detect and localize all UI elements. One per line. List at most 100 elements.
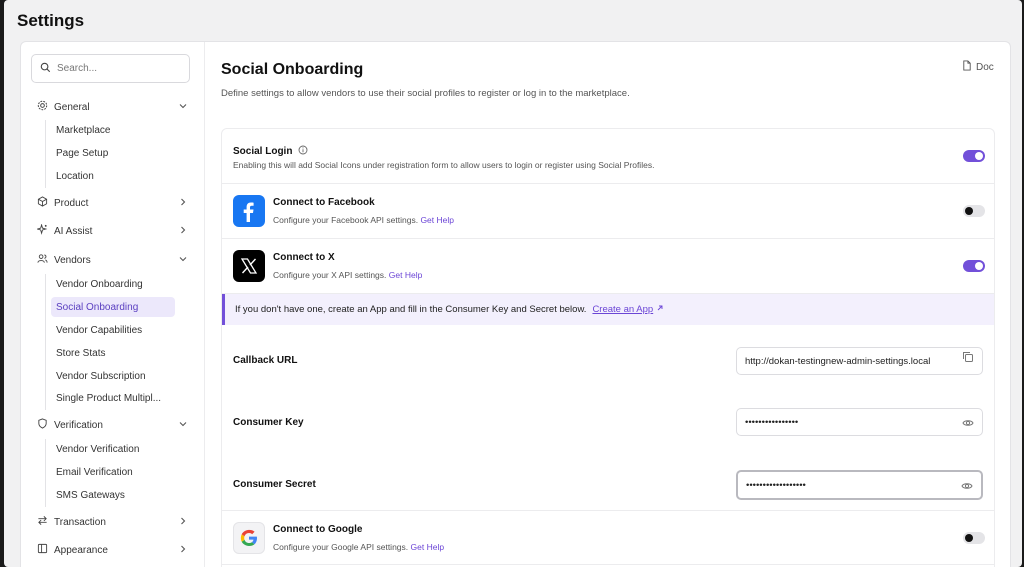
users-icon	[37, 253, 48, 267]
chevron-right-icon	[177, 543, 189, 555]
sidebar-item-label: General	[54, 101, 90, 113]
x-row: Connect to X Configure your X API settin…	[222, 239, 994, 294]
sidebar-item-product[interactable]: Product	[37, 193, 189, 213]
page-title: Settings	[17, 11, 85, 30]
callback-url-input[interactable]	[745, 355, 955, 367]
chevron-down-icon	[177, 253, 189, 265]
doc-label: Doc	[976, 61, 994, 73]
sparkle-icon	[35, 223, 48, 238]
sidebar-subitem-sms-gateways[interactable]: SMS Gateways	[51, 485, 175, 505]
toggle-knob	[965, 207, 973, 215]
sidebar-item-verification[interactable]: Verification	[37, 415, 189, 435]
shield-icon	[37, 418, 48, 432]
layout-icon	[37, 543, 48, 557]
eye-icon[interactable]	[961, 479, 973, 491]
settings-card: General Marketplace Page Setup Location …	[20, 41, 1011, 567]
social-login-toggle[interactable]	[963, 150, 985, 162]
create-app-label: Create an App	[592, 304, 654, 315]
chevron-right-icon	[177, 515, 189, 527]
sidebar: General Marketplace Page Setup Location …	[21, 42, 205, 567]
x-title: Connect to X	[273, 252, 335, 263]
sidebar-subitem-social-onboarding[interactable]: Social Onboarding	[51, 297, 175, 317]
toggle-knob	[965, 534, 973, 542]
sidebar-subitem-marketplace[interactable]: Marketplace	[51, 120, 175, 140]
arrows-exchange-icon	[37, 515, 48, 529]
consumer-secret-field	[736, 470, 983, 500]
info-icon[interactable]	[298, 142, 308, 160]
facebook-toggle[interactable]	[963, 205, 985, 217]
sidebar-item-label: AI Assist	[54, 225, 93, 237]
consumer-key-label: Consumer Key	[233, 417, 304, 428]
facebook-title: Connect to Facebook	[273, 197, 375, 208]
search-box[interactable]	[31, 54, 190, 83]
search-icon	[40, 60, 51, 78]
google-row: Connect to Google Configure your Google …	[222, 510, 994, 565]
sidebar-subitem-vendor-capabilities[interactable]: Vendor Capabilities	[51, 320, 175, 340]
sidebar-item-label: Verification	[54, 419, 103, 431]
chevron-down-icon	[177, 100, 189, 112]
chevron-right-icon	[177, 196, 189, 208]
section-description: Define settings to allow vendors to use …	[221, 88, 630, 99]
google-toggle[interactable]	[963, 532, 985, 544]
sidebar-item-transaction[interactable]: Transaction	[37, 512, 189, 532]
main-content: Social Onboarding Define settings to all…	[221, 42, 1010, 567]
settings-window: Settings General Marketplace Page Setup	[4, 0, 1022, 567]
sidebar-subitem-vendor-onboarding[interactable]: Vendor Onboarding	[51, 274, 175, 294]
section-title: Social Onboarding	[221, 61, 364, 78]
doc-link[interactable]: Doc	[962, 60, 994, 74]
sidebar-item-label: Appearance	[54, 544, 108, 556]
callback-url-field	[736, 347, 983, 375]
sidebar-item-label: Transaction	[54, 516, 106, 528]
x-logo-icon	[233, 250, 265, 282]
submenu-line	[45, 274, 46, 410]
sidebar-item-ai-assist[interactable]: AI Assist	[35, 221, 189, 241]
google-title: Connect to Google	[273, 524, 363, 535]
facebook-row: Connect to Facebook Configure your Faceb…	[222, 184, 994, 239]
social-login-title: Social Login	[233, 145, 293, 157]
x-description-text: Configure your X API settings.	[273, 270, 387, 280]
submenu-line	[45, 439, 46, 507]
consumer-key-input[interactable]	[745, 416, 955, 428]
x-help-link[interactable]: Get Help	[389, 270, 423, 280]
google-description-text: Configure your Google API settings.	[273, 542, 409, 552]
info-banner: If you don't have one, create an App and…	[222, 294, 994, 325]
sidebar-subitem-store-stats[interactable]: Store Stats	[51, 343, 175, 363]
banner-text: If you don't have one, create an App and…	[235, 304, 587, 315]
social-login-description: Enabling this will add Social Icons unde…	[233, 160, 655, 170]
sidebar-item-vendors[interactable]: Vendors	[37, 250, 189, 270]
google-help-link[interactable]: Get Help	[411, 542, 445, 552]
consumer-secret-label: Consumer Secret	[233, 479, 316, 490]
sidebar-subitem-location[interactable]: Location	[51, 166, 175, 186]
facebook-description: Configure your Facebook API settings. Ge…	[273, 215, 454, 225]
facebook-logo-icon	[233, 195, 265, 227]
document-icon	[962, 60, 972, 74]
chevron-down-icon	[177, 418, 189, 430]
sidebar-subitem-email-verification[interactable]: Email Verification	[51, 462, 175, 482]
box-icon	[37, 196, 48, 210]
toggle-knob	[975, 262, 983, 270]
external-link-icon	[656, 304, 664, 315]
sidebar-item-appearance[interactable]: Appearance	[37, 540, 189, 560]
copy-icon[interactable]	[962, 350, 974, 362]
sidebar-subitem-vendor-verification[interactable]: Vendor Verification	[51, 439, 175, 459]
consumer-key-field	[736, 408, 983, 436]
google-description: Configure your Google API settings. Get …	[273, 542, 444, 552]
eye-icon[interactable]	[962, 416, 974, 428]
facebook-help-link[interactable]: Get Help	[420, 215, 454, 225]
google-logo-icon	[233, 522, 265, 554]
x-toggle[interactable]	[963, 260, 985, 272]
sidebar-item-general[interactable]: General	[37, 97, 189, 117]
consumer-secret-input[interactable]	[746, 479, 956, 491]
sidebar-subitem-single-product-multiple[interactable]: Single Product Multipl...	[51, 388, 175, 408]
search-input[interactable]	[57, 63, 177, 74]
create-app-link[interactable]: Create an App	[592, 304, 664, 315]
sidebar-item-label: Vendors	[54, 254, 91, 266]
submenu-line	[45, 120, 46, 188]
callback-url-label: Callback URL	[233, 355, 298, 366]
gear-icon	[37, 100, 48, 114]
facebook-description-text: Configure your Facebook API settings.	[273, 215, 419, 225]
sidebar-subitem-vendor-subscription[interactable]: Vendor Subscription	[51, 366, 175, 386]
chevron-right-icon	[177, 224, 189, 236]
settings-panel: Social Login Enabling this will add Soci…	[221, 128, 995, 567]
sidebar-subitem-page-setup[interactable]: Page Setup	[51, 143, 175, 163]
